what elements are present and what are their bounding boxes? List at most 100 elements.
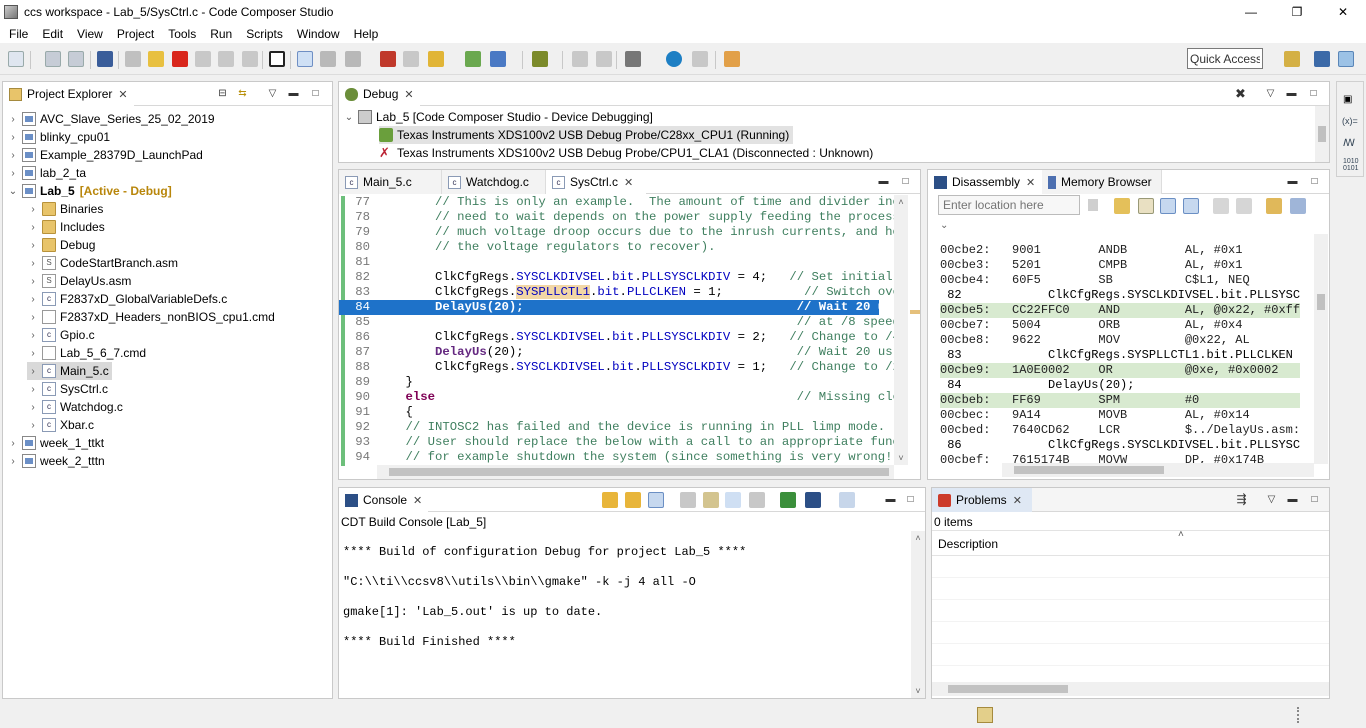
registers-icon[interactable]: 1010 0101 [1343,158,1359,172]
terminate-icon[interactable] [172,51,188,67]
disassembly-source-line[interactable]: 83 ClkCfgRegs.SYSPLLCTL1.bit.PLLCLKEN [940,348,1300,363]
tab-console[interactable]: Console ✕ [339,488,429,512]
tree-item[interactable]: › c Xbar.c [27,416,94,434]
disassembly-instruction[interactable]: 00cbe8: 9622 MOV @0x22, AL [940,333,1300,348]
chevron-right-icon[interactable]: › [7,132,19,143]
code-line[interactable]: 85 // at /8 speed her [339,315,894,330]
status-icon[interactable] [977,707,993,723]
tree-item[interactable]: › c Gpio.c [27,326,95,344]
step-return-icon[interactable] [1236,198,1252,214]
code-line[interactable]: 90 else // Missing clock d [339,390,894,405]
code-area[interactable]: 77 // This is only an example. The amoun… [339,195,894,465]
close-tab-icon[interactable]: ✕ [118,88,127,101]
chevron-right-icon[interactable]: › [27,366,39,377]
disassembly-instruction[interactable]: 00cbe7: 5004 ORB AL, #0x4 [940,318,1300,333]
code-line[interactable]: 93 // User should replace the below with… [339,435,894,450]
step-over-icon[interactable] [1213,198,1229,214]
disconnect-icon[interactable] [320,51,336,67]
display-console-icon[interactable] [780,492,796,508]
suspend-icon[interactable] [148,51,164,67]
step-over-icon[interactable] [218,51,234,67]
pin-console-icon[interactable] [749,492,765,508]
build-icon[interactable] [428,51,444,67]
step-into-icon[interactable] [195,51,211,67]
perspective-ccs-edit-icon[interactable] [1314,51,1330,67]
tree-item[interactable]: › lab_2_ta [7,164,86,182]
location-input[interactable] [938,195,1080,215]
menu-file[interactable]: File [2,27,35,41]
refresh-icon[interactable] [1114,198,1130,214]
disassembly-instruction[interactable]: 00cbed: 7640CD62 LCR $../DelayUs.asm: [940,423,1300,438]
export-icon[interactable] [1290,198,1306,214]
connect-icon[interactable] [297,51,313,67]
close-button[interactable]: ✕ [1320,0,1366,24]
code-line[interactable]: 86 ClkCfgRegs.SYSCLKDIVSEL.bit.PLLSYSCLK… [339,330,894,345]
prev-error-icon[interactable] [625,492,641,508]
close-tab-icon[interactable]: ✕ [404,88,413,101]
link-console-icon[interactable] [648,492,664,508]
tree-item[interactable]: › Includes [27,218,105,236]
chevron-right-icon[interactable]: › [27,402,39,413]
tab-main5[interactable]: c Main_5.c [339,170,442,194]
open-type-icon[interactable] [692,51,708,67]
scroll-lock-icon[interactable] [703,492,719,508]
tree-item[interactable]: › AVC_Slave_Series_25_02_2019 [7,110,215,128]
link-icon[interactable] [1160,198,1176,214]
view-menu-icon[interactable]: ▽ [1266,494,1277,505]
code-line[interactable]: 80 // the voltage regulators to recover)… [339,240,879,255]
maximize-view-icon[interactable]: □ [1309,494,1320,505]
maximize-button[interactable]: ❐ [1274,0,1320,24]
menu-window[interactable]: Window [290,27,347,41]
next-error-icon[interactable] [602,492,618,508]
tree-item[interactable]: › F2837xD_Headers_nonBIOS_cpu1.cmd [27,308,275,326]
menu-view[interactable]: View [70,27,110,41]
new-console-icon[interactable] [839,492,855,508]
perspective-debug-icon[interactable] [1338,51,1354,67]
skip-breakpoints-icon[interactable] [403,51,419,67]
tree-item[interactable]: › Binaries [27,200,103,218]
menu-run[interactable]: Run [203,27,239,41]
terminal-icon[interactable] [97,51,113,67]
chevron-right-icon[interactable]: › [27,276,39,287]
debug-session-row[interactable]: ⌄ Lab_5 [Code Composer Studio - Device D… [343,108,653,126]
disassembly-instruction[interactable]: 00cbe9: 1A0E0002 OR @0xe, #0x0002 [940,363,1300,378]
debug-icon[interactable] [465,51,481,67]
tab-disassembly[interactable]: Disassembly ✕ [928,170,1042,194]
minimize-view-icon[interactable]: ▬ [1287,494,1298,505]
chevron-right-icon[interactable]: › [27,294,39,305]
close-tab-icon[interactable]: ✕ [413,494,422,507]
breakpoint-icon[interactable] [380,51,396,67]
chevron-right-icon[interactable]: › [7,168,19,179]
tab-watchdog[interactable]: c Watchdog.c [442,170,546,194]
word-wrap-icon[interactable] [725,492,741,508]
disassembly-source-line[interactable]: 84 DelayUs(20); [940,378,1300,393]
disassembly-vscroll[interactable] [1314,234,1328,464]
disassembly-source-line[interactable]: 86 ClkCfgRegs.SYSCLKDIVSEL.bit.PLLSYSC [940,438,1300,453]
step-return-icon[interactable] [242,51,258,67]
go-icon[interactable] [1088,199,1098,211]
tree-item[interactable]: › c Main_5.c [27,362,112,380]
debug-target-row-cla1[interactable]: ✗ Texas Instruments XDS100v2 USB Debug P… [379,144,873,162]
tree-item[interactable]: › week_2_tttn [7,452,105,470]
code-line[interactable]: 83 ClkCfgRegs.SYSPLLCTL1.bit.PLLCLKEN = … [339,285,894,300]
code-line[interactable]: 82 ClkCfgRegs.SYSCLKDIVSEL.bit.PLLSYSCLK… [339,270,892,285]
next-annotation-icon[interactable] [572,51,588,67]
code-line[interactable]: 94 // for example shutdown the system (s… [339,450,894,465]
chevron-right-icon[interactable]: › [27,258,39,269]
disassembly-instruction[interactable]: 00cbe3: 5201 CMPB AL, #0x1 [940,258,1300,273]
minimize-view-icon[interactable]: ▬ [288,88,299,99]
new-icon[interactable] [8,51,24,67]
disassembly-instruction[interactable]: 00cbe4: 60F5 SB C$L1, NEQ [940,273,1300,288]
open-console-icon[interactable] [805,492,821,508]
open-perspective-icon[interactable] [1284,51,1300,67]
tree-item[interactable]: › Example_28379D_LaunchPad [7,146,203,164]
tree-item[interactable]: ⌄ Lab_5 [Active - Debug] [7,182,172,200]
code-line[interactable]: 81 [339,255,879,270]
problems-header[interactable]: ˄ Description [932,529,1329,556]
tree-item[interactable]: › blinky_cpu01 [7,128,110,146]
tab-debug[interactable]: Debug ✕ [339,82,420,106]
show-source-icon[interactable] [1183,198,1199,214]
tools-icon[interactable] [625,51,641,67]
tree-item[interactable]: › c Watchdog.c [27,398,123,416]
debug-scrollbar[interactable] [1315,106,1329,162]
